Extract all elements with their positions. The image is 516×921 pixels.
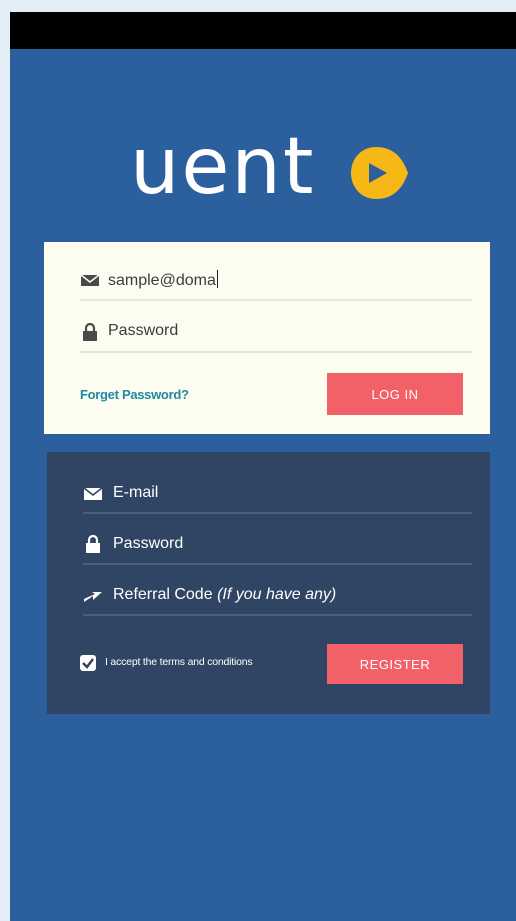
register-button[interactable]: REGISTER <box>327 644 463 684</box>
register-password-field[interactable]: Password <box>83 523 472 565</box>
login-email-input[interactable]: sample@doma <box>108 270 218 290</box>
register-card: E-mail Password Referral Code (If you ha… <box>47 452 490 714</box>
forgot-password-link[interactable]: Forget Password? <box>80 387 189 402</box>
referral-code-field[interactable]: Referral Code (If you have any) <box>83 574 472 616</box>
register-email-input[interactable]: E-mail <box>113 484 158 502</box>
envelope-icon <box>80 274 100 286</box>
referral-hint: (If you have any) <box>217 586 337 603</box>
login-password-input[interactable]: Password <box>108 322 178 340</box>
referral-code-input[interactable]: Referral Code (If you have any) <box>113 586 336 604</box>
app-screen: uent sample@doma Password Forget Passwor… <box>10 12 516 921</box>
login-card: sample@doma Password Forget Password? LO… <box>44 242 490 434</box>
referral-label: Referral Code <box>113 586 213 603</box>
check-icon <box>82 658 94 669</box>
terms-checkbox[interactable] <box>80 655 96 671</box>
login-email-field[interactable]: sample@doma <box>80 259 472 301</box>
status-bar <box>10 12 516 49</box>
register-email-field[interactable]: E-mail <box>83 472 472 514</box>
logo-text: uent <box>130 122 316 212</box>
terms-label: I accept the terms and conditions <box>105 656 253 668</box>
lock-icon <box>86 535 100 553</box>
lock-icon <box>83 323 97 341</box>
register-password-input[interactable]: Password <box>113 535 183 553</box>
logo-play-icon <box>351 147 408 199</box>
login-password-field[interactable]: Password <box>80 311 472 353</box>
arrow-icon <box>84 592 102 602</box>
brand-logo: uent <box>130 122 420 217</box>
envelope-icon <box>83 487 103 500</box>
login-button[interactable]: LOG IN <box>327 373 463 415</box>
